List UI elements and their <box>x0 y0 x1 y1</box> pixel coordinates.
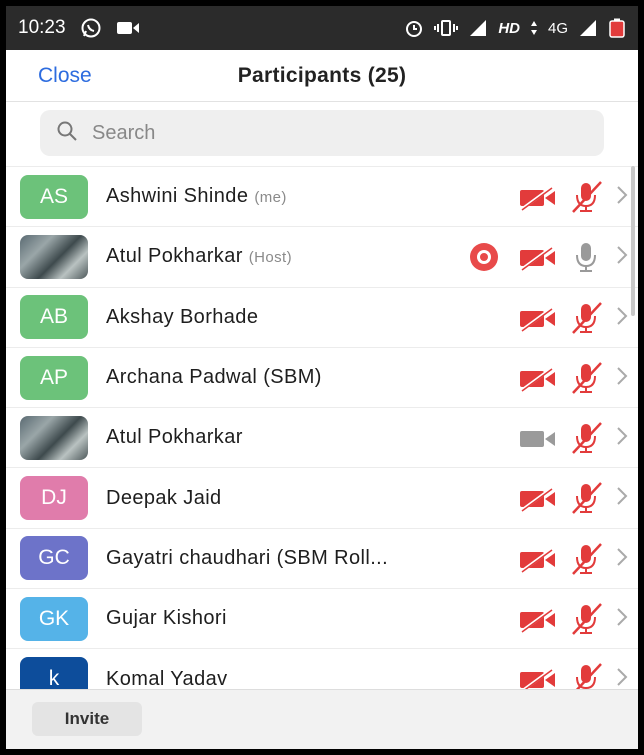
participant-name: Akshay Borhade <box>106 305 259 328</box>
video-off-icon[interactable] <box>518 306 558 337</box>
page-title: Participants (25) <box>237 63 407 87</box>
whatsapp-icon <box>80 17 102 39</box>
video-off-icon[interactable] <box>518 245 558 276</box>
alarm-icon <box>404 18 424 38</box>
participant-tag: (Host) <box>248 249 293 267</box>
battery-icon <box>608 18 626 38</box>
participant-name-wrap: Archana Padwal (SBM) <box>106 366 638 389</box>
search-container <box>6 102 638 167</box>
participant-row[interactable]: Atul Pokharkar (Host) <box>6 227 638 288</box>
participant-row[interactable]: AS Ashwini Shinde (me) <box>6 167 638 228</box>
participant-row[interactable]: GK Gujar Kishori <box>6 589 638 650</box>
chevron-right-icon[interactable] <box>616 547 628 572</box>
participant-name: Archana Padwal (SBM) <box>106 366 322 389</box>
participant-name: Atul Pokharkar <box>106 426 243 449</box>
status-bar: 10:23 HD 4G <box>6 6 638 50</box>
video-on-icon[interactable] <box>518 426 558 457</box>
network-label: HD <box>498 19 520 37</box>
video-off-icon[interactable] <box>518 366 558 397</box>
video-off-icon[interactable] <box>518 607 558 638</box>
data-transfer-icon <box>530 20 538 36</box>
participant-row[interactable]: Atul Pokharkar <box>6 408 638 469</box>
participant-row[interactable]: AB Akshay Borhade <box>6 288 638 348</box>
signal-icon <box>468 19 488 37</box>
chevron-right-icon[interactable] <box>616 306 628 331</box>
participant-name: Deepak Jaid <box>106 486 222 509</box>
participant-name-wrap: Gayatri chaudhari (SBM Roll... <box>106 547 638 570</box>
mic-muted-icon[interactable] <box>570 480 604 521</box>
participant-name-wrap: Atul Pokharkar (Host) <box>106 245 638 268</box>
participant-row[interactable]: GC Gayatri chaudhari (SBM Roll... <box>6 529 638 590</box>
chevron-right-icon[interactable] <box>616 607 628 632</box>
search-bar[interactable] <box>40 110 604 156</box>
vibrate-icon <box>434 19 459 37</box>
participant-name-wrap: Komal Yadav <box>106 668 638 691</box>
participant-tag: (me) <box>254 189 287 207</box>
participant-name-wrap: Ashwini Shinde (me) <box>106 185 638 208</box>
participants-screen: 10:23 HD 4G Close Participants (25) Sear… <box>6 6 638 749</box>
participant-row[interactable]: AP Archana Padwal (SBM) <box>6 348 638 409</box>
avatar: AS <box>20 174 88 219</box>
recording-icon <box>468 241 500 278</box>
mic-on-icon[interactable] <box>570 239 604 280</box>
chevron-right-icon[interactable] <box>616 185 628 210</box>
avatar <box>20 234 88 279</box>
status-time: 10:23 <box>18 17 66 38</box>
participant-row[interactable]: DJ Deepak Jaid <box>6 468 638 529</box>
header-bar: Close Participants (25) <box>6 50 638 102</box>
signal-icon <box>578 19 598 37</box>
video-off-icon[interactable] <box>518 185 558 216</box>
scrollbar[interactable] <box>631 166 635 316</box>
participant-name-wrap: Deepak Jaid <box>106 487 638 510</box>
participant-list: AS Ashwini Shinde (me) Atul Pokharkar (Host)… <box>6 167 638 710</box>
participant-name: Gayatri chaudhari (SBM Roll... <box>106 546 389 569</box>
participant-name: Gujar Kishori <box>106 607 227 630</box>
chevron-right-icon[interactable] <box>616 426 628 451</box>
participant-name-wrap: Gujar Kishori <box>106 607 638 630</box>
footer-bar: Invite <box>6 689 638 749</box>
participant-name: Ashwini Shinde <box>106 185 249 208</box>
participant-name-wrap: Atul Pokharkar <box>106 426 638 449</box>
mic-muted-icon[interactable] <box>570 541 604 582</box>
invite-button[interactable]: Invite <box>32 702 142 736</box>
participant-name: Atul Pokharkar <box>106 245 243 268</box>
mic-muted-icon[interactable] <box>570 420 604 461</box>
avatar: AP <box>20 355 88 400</box>
avatar: DJ <box>20 476 88 521</box>
video-off-icon[interactable] <box>518 547 558 578</box>
mic-muted-icon[interactable] <box>570 601 604 642</box>
mic-muted-icon[interactable] <box>570 179 604 220</box>
avatar: GK <box>20 596 88 641</box>
participant-name-wrap: Akshay Borhade <box>106 306 638 329</box>
video-notification-icon <box>116 20 140 36</box>
avatar: GC <box>20 536 88 581</box>
mic-muted-icon[interactable] <box>570 300 604 341</box>
network-type: 4G <box>547 19 568 37</box>
search-icon <box>56 120 78 147</box>
avatar: AB <box>20 295 88 340</box>
avatar <box>20 415 88 460</box>
video-off-icon[interactable] <box>518 486 558 517</box>
participant-name: Komal Yadav <box>106 667 228 690</box>
search-input[interactable] <box>92 121 588 145</box>
chevron-right-icon[interactable] <box>616 366 628 391</box>
chevron-right-icon[interactable] <box>616 486 628 511</box>
chevron-right-icon[interactable] <box>616 245 628 270</box>
close-button[interactable]: Close <box>38 64 92 88</box>
mic-muted-icon[interactable] <box>570 360 604 401</box>
